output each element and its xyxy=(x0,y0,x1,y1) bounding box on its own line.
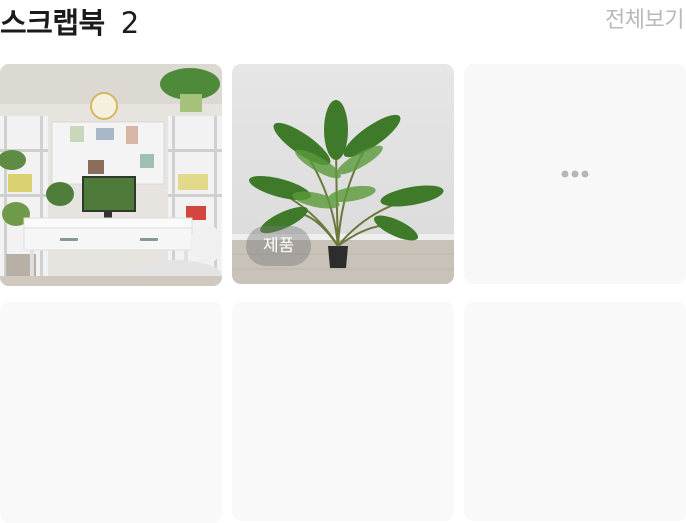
product-badge: 제품 xyxy=(246,226,312,266)
scrap-count: 2 xyxy=(120,6,139,40)
empty-scrap-slot xyxy=(0,302,222,523)
view-all-link[interactable]: 전체보기 xyxy=(605,2,684,34)
scrap-item-palm-photo[interactable]: 제품 xyxy=(232,64,454,284)
empty-scrap-slot xyxy=(464,302,686,521)
more-dots-icon[interactable] xyxy=(556,165,595,184)
section-title: 스크랩북 2 xyxy=(0,0,139,42)
empty-scrap-slot xyxy=(232,302,454,521)
scrapbook-header: 스크랩북 2 전체보기 xyxy=(0,0,686,40)
more-scraps-tile[interactable] xyxy=(464,64,686,284)
scrap-item-room-photo[interactable] xyxy=(0,64,222,286)
section-title-text: 스크랩북 xyxy=(0,6,105,40)
room-photo-image xyxy=(0,64,222,286)
